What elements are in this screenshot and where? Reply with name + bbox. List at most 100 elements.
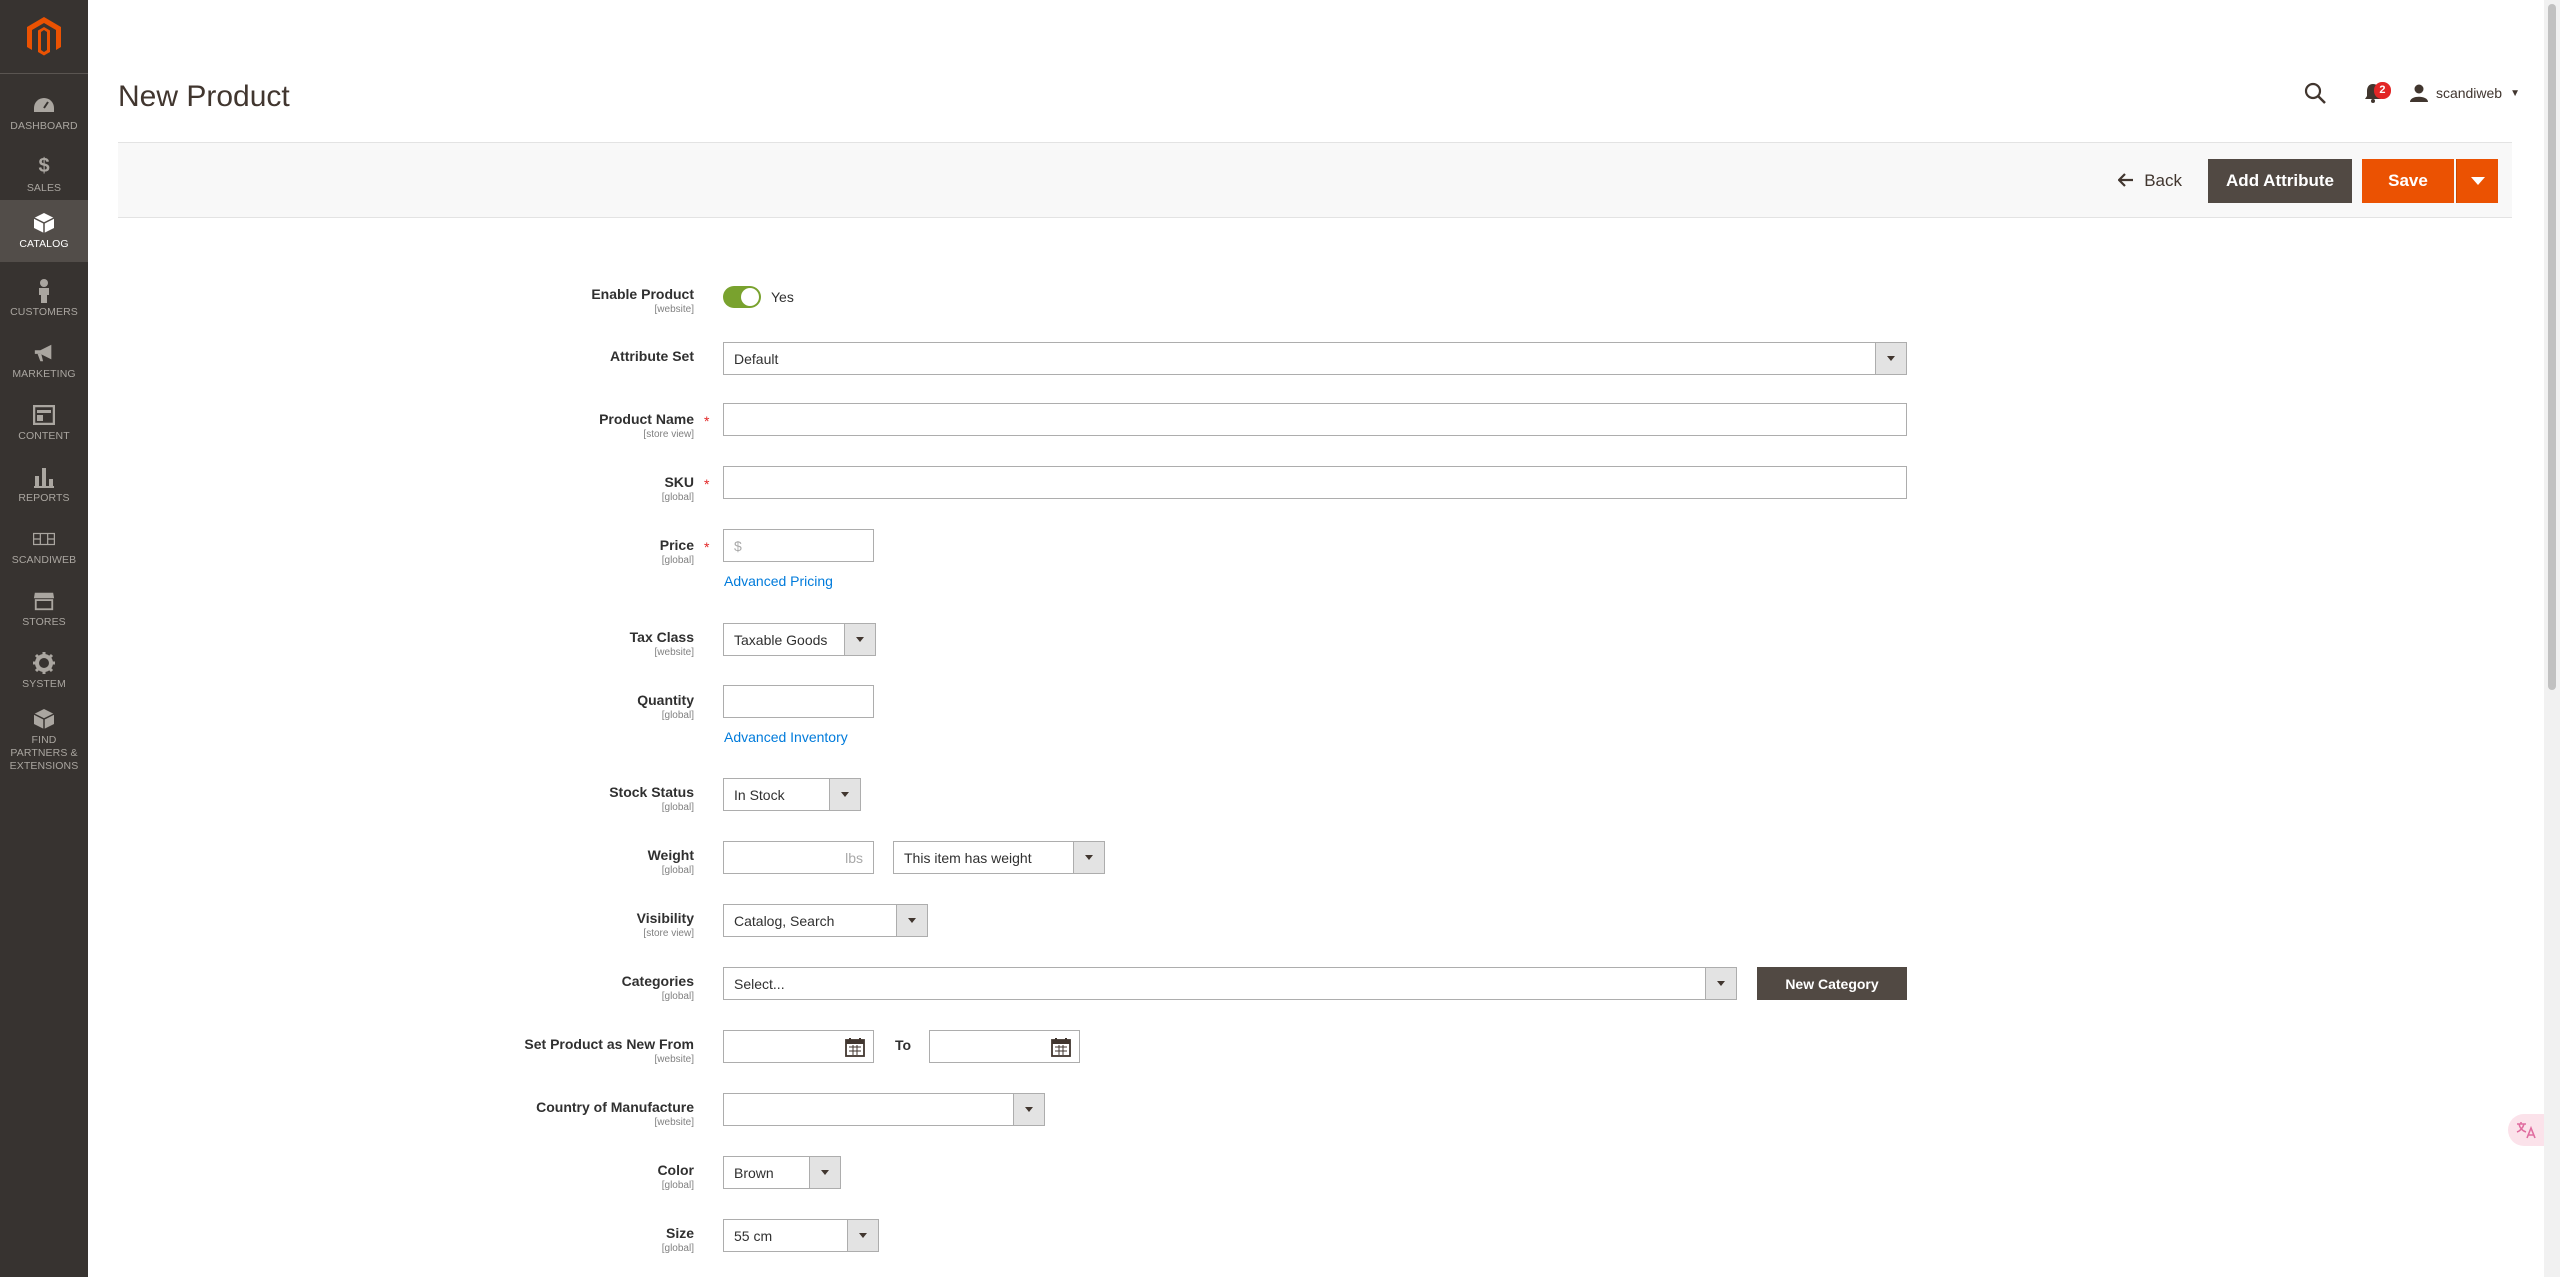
translate-helper-button[interactable] <box>2508 1114 2544 1146</box>
admin-sidebar: DASHBOARD $ SALES CATALOG CUSTOMERS MARK… <box>0 0 88 1277</box>
new-category-button[interactable]: New Category <box>1757 967 1907 1000</box>
calendar-icon[interactable] <box>1051 1037 1071 1057</box>
calendar-icon[interactable] <box>845 1037 865 1057</box>
tax-class-dropdown-button[interactable] <box>844 624 875 655</box>
new-from-date-input[interactable] <box>723 1030 874 1063</box>
caret-down-icon <box>1085 855 1093 860</box>
attribute-set-dropdown-button[interactable] <box>1875 343 1906 374</box>
vertical-scrollbar[interactable] <box>2544 0 2560 1277</box>
color-dropdown-button[interactable] <box>809 1157 840 1188</box>
attribute-set-select[interactable]: Default <box>723 342 1907 375</box>
new-from-label-group: Set Product as New From [website] <box>524 1036 694 1065</box>
sku-input[interactable] <box>723 466 1907 499</box>
price-input[interactable]: $ <box>723 529 874 562</box>
layout-icon <box>33 404 55 426</box>
nav-system-label: SYSTEM <box>22 677 66 690</box>
enable-product-label-group: Enable Product [website] <box>591 286 694 315</box>
quantity-scope: [global] <box>661 710 694 721</box>
size-select[interactable]: 55 cm <box>723 1219 879 1252</box>
new-to-date-input[interactable] <box>929 1030 1080 1063</box>
grid-icon <box>33 528 55 550</box>
visibility-dropdown-button[interactable] <box>896 905 927 936</box>
price-label-group: Price [global] <box>660 537 694 566</box>
page-title: New Product <box>118 80 290 113</box>
caret-down-icon <box>841 792 849 797</box>
nav-dashboard[interactable]: DASHBOARD <box>0 82 88 144</box>
nav-stores-label: STORES <box>22 615 66 628</box>
translate-icon <box>2516 1122 2536 1139</box>
caret-down-icon <box>908 918 916 923</box>
global-search-button[interactable] <box>2300 78 2330 108</box>
nav-catalog[interactable]: CATALOG <box>0 200 88 262</box>
gear-icon <box>33 651 55 674</box>
country-select[interactable] <box>723 1093 1045 1126</box>
advanced-inventory-link[interactable]: Advanced Inventory <box>724 729 848 745</box>
nav-content[interactable]: CONTENT <box>0 392 88 454</box>
back-button[interactable]: Back <box>2108 159 2192 203</box>
header-actions: 2 scandiweb ▼ <box>2300 78 2520 108</box>
nav-content-label: CONTENT <box>18 429 70 442</box>
size-label: Size <box>665 1225 694 1241</box>
color-select[interactable]: Brown <box>723 1156 841 1189</box>
enable-product-label: Enable Product <box>591 286 694 302</box>
price-scope: [global] <box>661 555 694 566</box>
advanced-pricing-link[interactable]: Advanced Pricing <box>724 573 833 589</box>
notifications-button[interactable]: 2 <box>2358 78 2391 108</box>
nav-sales[interactable]: $ SALES <box>0 144 88 206</box>
color-label: Color <box>657 1162 694 1178</box>
visibility-label: Visibility <box>636 910 694 926</box>
nav-marketing-label: MARKETING <box>12 367 76 380</box>
weight-label: Weight <box>647 847 694 863</box>
visibility-select[interactable]: Catalog, Search <box>723 904 928 937</box>
categories-dropdown-button[interactable] <box>1705 968 1736 999</box>
weight-type-select[interactable]: This item has weight <box>893 841 1105 874</box>
save-button[interactable]: Save <box>2362 159 2454 203</box>
categories-select[interactable]: Select... <box>723 967 1737 1000</box>
arrow-left-icon <box>2117 171 2134 192</box>
notifications-badge: 2 <box>2373 82 2391 99</box>
weight-type-dropdown-button[interactable] <box>1073 842 1104 873</box>
nav-sales-label: SALES <box>26 181 62 194</box>
nav-customers[interactable]: CUSTOMERS <box>0 268 88 330</box>
quantity-label: Quantity <box>637 692 694 708</box>
nav-stores[interactable]: STORES <box>0 578 88 640</box>
caret-down-icon <box>821 1170 829 1175</box>
required-asterisk: * <box>704 413 710 429</box>
product-name-input[interactable] <box>723 403 1907 436</box>
weight-unit: lbs <box>845 849 863 866</box>
nav-marketing[interactable]: MARKETING <box>0 330 88 392</box>
user-account-menu[interactable]: scandiweb ▼ <box>2409 84 2520 102</box>
stock-status-select[interactable]: In Stock <box>723 778 861 811</box>
new-from-scope: [website] <box>654 1054 694 1065</box>
size-scope: [global] <box>661 1243 694 1254</box>
scrollbar-thumb[interactable] <box>2548 4 2556 690</box>
chevron-down-icon: ▼ <box>2510 87 2520 99</box>
add-attribute-button[interactable]: Add Attribute <box>2208 159 2352 203</box>
nav-reports[interactable]: REPORTS <box>0 454 88 516</box>
page-actions-bar: Back Add Attribute Save <box>118 142 2512 218</box>
price-label: Price <box>659 537 694 553</box>
nav-scandiweb-label: SCANDIWEB <box>11 553 77 566</box>
country-dropdown-button[interactable] <box>1013 1094 1044 1125</box>
stock-status-dropdown-button[interactable] <box>829 779 860 810</box>
nav-find-partners-label: FIND PARTNERS & EXTENSIONS <box>9 733 79 772</box>
tax-class-scope: [website] <box>654 647 694 658</box>
enable-product-toggle[interactable] <box>723 286 761 308</box>
weight-input[interactable]: lbs <box>723 841 874 874</box>
nav-system[interactable]: SYSTEM <box>0 640 88 702</box>
sku-label-group: SKU [global] <box>662 474 694 503</box>
size-dropdown-button[interactable] <box>847 1220 878 1251</box>
nav-find-partners[interactable]: FIND PARTNERS & EXTENSIONS <box>0 704 88 776</box>
country-label: Country of Manufacture <box>536 1099 694 1115</box>
nav-scandiweb[interactable]: SCANDIWEB <box>0 516 88 578</box>
dollar-icon: $ <box>38 155 50 177</box>
color-value: Brown <box>734 1164 774 1181</box>
caret-down-icon <box>1025 1107 1033 1112</box>
quantity-label-group: Quantity [global] <box>637 692 694 721</box>
save-options-toggle[interactable] <box>2456 159 2498 203</box>
tax-class-select[interactable]: Taxable Goods <box>723 623 876 656</box>
magento-logo[interactable] <box>0 0 88 74</box>
quantity-input[interactable] <box>723 685 874 718</box>
caret-down-icon <box>856 637 864 642</box>
size-label-group: Size [global] <box>662 1225 694 1254</box>
